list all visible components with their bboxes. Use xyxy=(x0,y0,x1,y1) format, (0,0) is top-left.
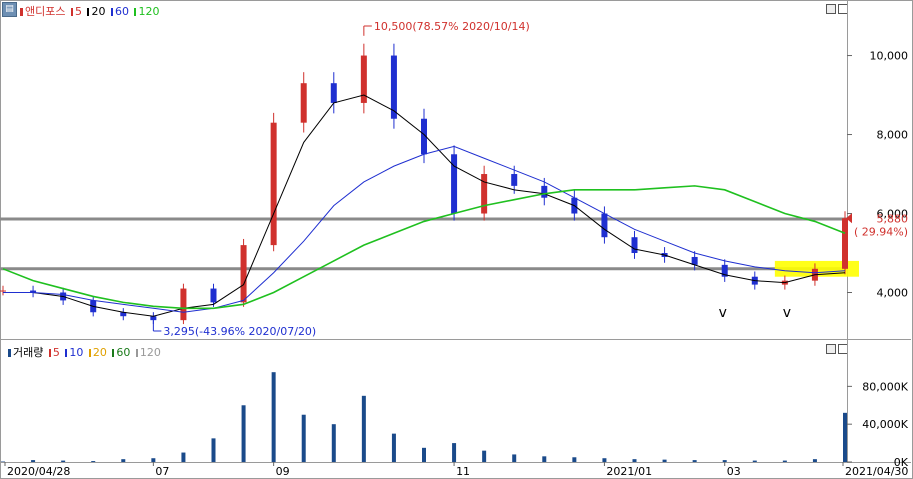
current-change: ( 29.94%) xyxy=(854,225,908,238)
candle-body xyxy=(511,174,518,186)
candle-body xyxy=(240,245,247,303)
volume-tick-label: 80,000K xyxy=(862,380,908,393)
volume-bar xyxy=(572,457,577,462)
volume-bar xyxy=(632,459,637,462)
volume-bar xyxy=(722,460,727,462)
volume-bar xyxy=(331,424,336,462)
candle-body xyxy=(541,185,548,198)
volume-bar xyxy=(91,461,96,462)
volume-bar xyxy=(121,459,126,462)
x-tick-label: 07 xyxy=(155,465,169,478)
volume-bar xyxy=(542,456,547,462)
volume-bar xyxy=(602,458,607,462)
candle-body xyxy=(601,213,608,238)
ma-line-60 xyxy=(3,145,846,313)
volume-bar xyxy=(812,459,817,462)
high-label: 10,500(78.57% 2020/10/14) xyxy=(374,20,530,33)
volume-bar xyxy=(181,452,186,462)
candle-body xyxy=(481,174,488,214)
volume-bar xyxy=(301,414,306,462)
current-price: 5,880 xyxy=(877,212,909,225)
volume-bar xyxy=(391,433,396,462)
volume-bar xyxy=(361,395,366,462)
volume-bar xyxy=(211,438,216,462)
candle-body xyxy=(270,122,277,246)
candle-body xyxy=(210,288,217,303)
x-tick-label: 03 xyxy=(727,465,741,478)
chart-canvas: 10,0008,0006,0004,000 80,000K40,000K0K 2… xyxy=(0,20,909,478)
volume-bar xyxy=(512,454,517,462)
price-tick-label: 4,000 xyxy=(877,287,909,300)
candle-body xyxy=(180,288,187,321)
volume-bar xyxy=(61,460,66,462)
volume-bar xyxy=(422,447,426,462)
candle-body xyxy=(842,218,848,269)
candle-body xyxy=(330,83,337,103)
volume-bar xyxy=(843,412,847,462)
volume-tick-label: 40,000K xyxy=(862,418,908,431)
candle-body xyxy=(300,83,307,123)
volume-bar xyxy=(692,460,697,462)
volume-bar xyxy=(241,405,246,462)
volume-bar xyxy=(151,458,156,462)
volume-bar xyxy=(662,459,667,462)
volume-bar xyxy=(452,443,457,462)
volume-bar xyxy=(782,460,787,462)
x-tick-label: 2021/04/30 xyxy=(845,465,908,478)
hand-mark-0: v xyxy=(719,305,727,321)
volume-bar xyxy=(271,372,276,462)
x-tick-label: 11 xyxy=(456,465,470,478)
volume-bar xyxy=(31,460,36,462)
candle-body xyxy=(150,316,157,321)
x-tick-label: 2021/01 xyxy=(606,465,652,478)
ma-line-120 xyxy=(2,185,846,310)
x-tick-label: 2020/04/28 xyxy=(7,465,70,478)
low-label: 3,295(-43.96% 2020/07/20) xyxy=(163,325,316,338)
price-tick-label: 8,000 xyxy=(877,129,909,142)
price-tick-label: 10,000 xyxy=(870,50,909,63)
candle-body xyxy=(0,290,6,292)
volume-bar xyxy=(482,450,487,462)
hand-mark-1: v xyxy=(783,305,791,321)
x-tick-label: 09 xyxy=(276,465,290,478)
candle-body xyxy=(451,154,458,214)
candle-body xyxy=(631,237,638,254)
volume-bar xyxy=(752,460,757,462)
